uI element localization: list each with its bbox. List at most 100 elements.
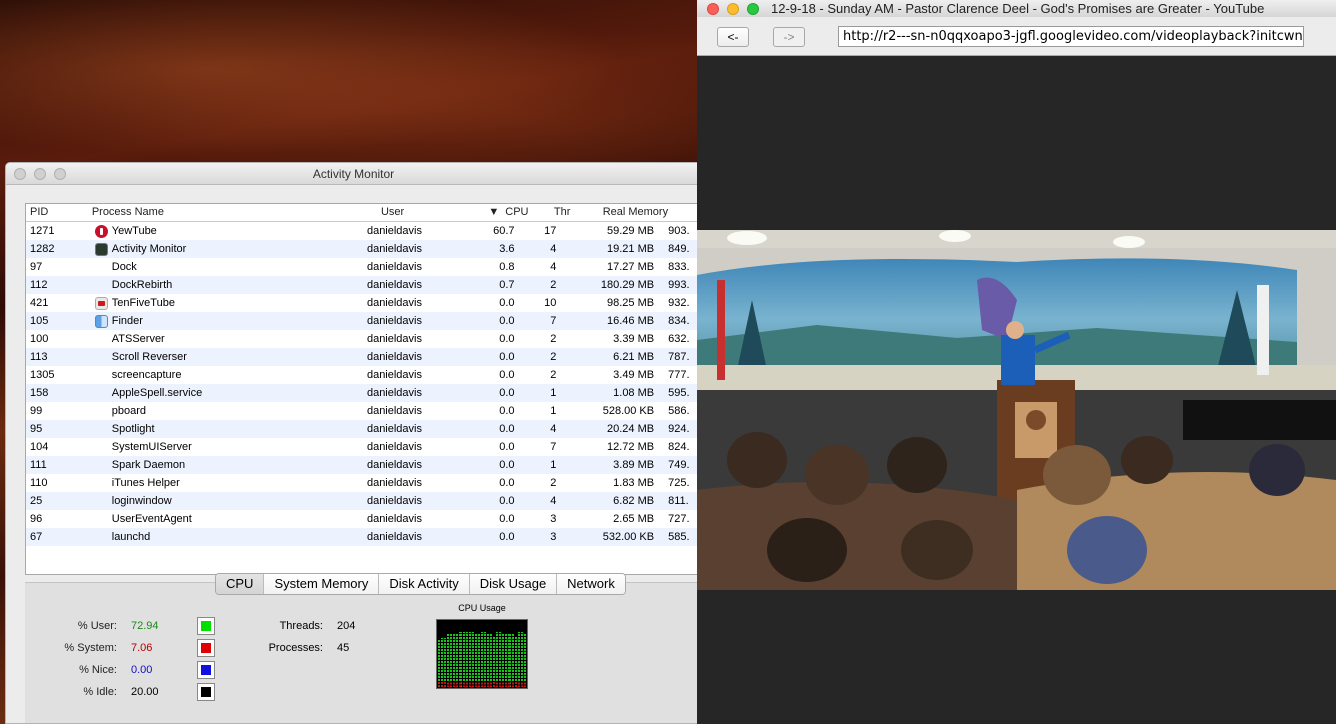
pid-cell: 97 xyxy=(30,261,43,273)
user-cell: danieldavis xyxy=(366,243,422,255)
memory-cell: 3.39 MB xyxy=(613,333,655,345)
forward-button[interactable]: -> xyxy=(773,27,805,47)
threads-cell: 10 xyxy=(544,297,557,309)
table-row[interactable]: 67 launchd danieldavis 0.0 3 532.00 KB 585. xyxy=(26,528,701,546)
table-row[interactable]: 1305 screencapture danieldavis 0.0 2 3.49 MB 7… xyxy=(26,366,701,384)
finder-icon xyxy=(95,314,109,328)
virtual-memory-cell: 849. xyxy=(668,243,690,255)
video-viewport xyxy=(697,56,1336,724)
user-cell: danieldavis xyxy=(366,225,422,237)
user-color-swatch[interactable] xyxy=(197,617,215,635)
column-header-threads[interactable]: Thr xyxy=(536,204,576,221)
threads-cell: 7 xyxy=(550,441,557,453)
cpu-usage-bar xyxy=(459,632,462,687)
nice-color-swatch[interactable] xyxy=(197,661,215,679)
browser-titlebar[interactable]: 12-9-18 - Sunday AM - Pastor Clarence De… xyxy=(697,0,1336,17)
memory-cell: 6.21 MB xyxy=(613,351,655,363)
pid-cell: 95 xyxy=(30,423,43,435)
process-icon-cell xyxy=(92,510,112,528)
system-color-swatch[interactable] xyxy=(197,639,215,657)
tab-network[interactable]: Network xyxy=(557,574,625,594)
close-button[interactable] xyxy=(707,3,719,15)
virtual-memory-cell: 924. xyxy=(668,423,690,435)
table-row[interactable]: 104 SystemUIServer danieldavis 0.0 7 12.72 MB… xyxy=(26,438,701,456)
threads-cell: 2 xyxy=(550,351,557,363)
zoom-button[interactable] xyxy=(747,3,759,15)
url-field[interactable]: http://r2---sn-n0qqxoapo3-jgfl.googlevid… xyxy=(838,26,1304,47)
cpu-usage-bar xyxy=(511,634,514,687)
memory-cell: 98.25 MB xyxy=(607,297,655,309)
process-name-cell: iTunes Helper xyxy=(111,477,180,489)
cpu-usage-bar xyxy=(523,634,526,687)
memory-cell: 16.46 MB xyxy=(607,315,655,327)
browser-toolbar: <- -> http://r2---sn-n0qqxoapo3-jgfl.goo… xyxy=(697,17,1336,56)
threads-cell: 4 xyxy=(550,423,557,435)
table-row[interactable]: 99 pboard danieldavis 0.0 1 528.00 KB 586. xyxy=(26,402,701,420)
memory-cell: 17.27 MB xyxy=(607,261,655,273)
minimize-button[interactable] xyxy=(727,3,739,15)
idle-color-swatch[interactable] xyxy=(197,683,215,701)
virtual-memory-cell: 834. xyxy=(668,315,690,327)
table-row[interactable]: 112 DockRebirth danieldavis 0.7 2 180.29 MB 99… xyxy=(26,276,701,294)
window-title: Activity Monitor xyxy=(312,167,395,181)
column-header-pid[interactable]: PID xyxy=(26,204,92,221)
table-row[interactable]: 105 Finder danieldavis 0.0 7 16.46 MB 834. xyxy=(26,312,701,330)
cpu-usage-bar xyxy=(496,632,499,687)
table-row[interactable]: 158 AppleSpell.service danieldavis 0.0 1 1.08… xyxy=(26,384,701,402)
table-row[interactable]: 421 TenFiveTube danieldavis 0.0 10 98.25 MB 93… xyxy=(26,294,701,312)
process-name-cell: Scroll Reverser xyxy=(111,351,187,363)
tab-disk-activity[interactable]: Disk Activity xyxy=(379,574,470,594)
table-row[interactable]: 100 ATSServer danieldavis 0.0 2 3.39 MB 632. xyxy=(26,330,701,348)
user-cell: danieldavis xyxy=(366,369,422,381)
activity-monitor-titlebar[interactable]: Activity Monitor xyxy=(6,163,701,185)
table-row[interactable]: 1282 Activity Monitor danieldavis 3.6 4 19.21… xyxy=(26,240,701,258)
process-name-cell: Spark Daemon xyxy=(111,459,186,471)
cpu-cell: 0.0 xyxy=(499,351,515,363)
user-percent-value: 72.94 xyxy=(131,620,159,632)
process-icon-cell xyxy=(92,258,112,276)
table-row[interactable]: 113 Scroll Reverser danieldavis 0.0 2 6.21 MB… xyxy=(26,348,701,366)
user-cell: danieldavis xyxy=(366,351,422,363)
process-icon-cell xyxy=(92,456,112,474)
memory-cell: 19.21 MB xyxy=(607,243,655,255)
threads-cell: 17 xyxy=(544,225,557,237)
table-row[interactable]: 95 Spotlight danieldavis 0.0 4 20.24 MB 924. xyxy=(26,420,701,438)
virtual-memory-cell: 903. xyxy=(668,225,690,237)
virtual-memory-cell: 787. xyxy=(668,351,690,363)
tab-cpu[interactable]: CPU xyxy=(216,574,265,594)
cpu-cell: 60.7 xyxy=(493,225,515,237)
column-header-real-memory[interactable]: Real Memory xyxy=(576,204,668,221)
tab-system-memory[interactable]: System Memory xyxy=(264,574,380,594)
process-name-cell: Dock xyxy=(111,261,137,273)
process-icon-cell xyxy=(92,276,112,294)
video-player[interactable] xyxy=(697,230,1336,590)
table-row[interactable]: 97 Dock danieldavis 0.8 4 17.27 MB 833. xyxy=(26,258,701,276)
cpu-usage-bar xyxy=(468,632,471,687)
memory-cell: 2.65 MB xyxy=(613,513,655,525)
user-cell: danieldavis xyxy=(366,261,422,273)
process-icon-cell xyxy=(92,294,112,312)
user-cell: danieldavis xyxy=(366,513,422,525)
memory-cell: 20.24 MB xyxy=(607,423,655,435)
column-header-user[interactable]: User xyxy=(381,204,477,221)
pid-cell: 96 xyxy=(30,513,43,525)
table-row[interactable]: 25 loginwindow danieldavis 0.0 4 6.82 MB 811. xyxy=(26,492,701,510)
cpu-usage-bar xyxy=(474,634,477,687)
cpu-cell: 0.0 xyxy=(499,297,515,309)
table-row[interactable]: 110 iTunes Helper danieldavis 0.0 2 1.83 MB 72… xyxy=(26,474,701,492)
column-header-process-name[interactable]: Process Name xyxy=(92,204,381,221)
process-icon-cell xyxy=(92,330,112,348)
memory-cell: 180.29 MB xyxy=(600,279,655,291)
stats-tab-bar: CPU System Memory Disk Activity Disk Usa… xyxy=(215,573,626,595)
column-header-cpu[interactable]: ▼ CPU xyxy=(477,204,537,221)
table-row[interactable]: 111 Spark Daemon danieldavis 0.0 1 3.89 MB 749… xyxy=(26,456,701,474)
process-icon-cell xyxy=(92,366,112,384)
back-button[interactable]: <- xyxy=(717,27,749,47)
tab-disk-usage[interactable]: Disk Usage xyxy=(469,574,558,594)
process-icon-cell xyxy=(92,402,112,420)
cpu-usage-bar xyxy=(499,632,502,687)
table-row[interactable]: 1271 YewTube danieldavis 60.7 17 59.29 MB 903. xyxy=(26,222,701,240)
table-row[interactable]: 96 UserEventAgent danieldavis 0.0 3 2.65 MB 72… xyxy=(26,510,701,528)
virtual-memory-cell: 727. xyxy=(668,513,690,525)
process-name-cell: pboard xyxy=(111,405,147,417)
